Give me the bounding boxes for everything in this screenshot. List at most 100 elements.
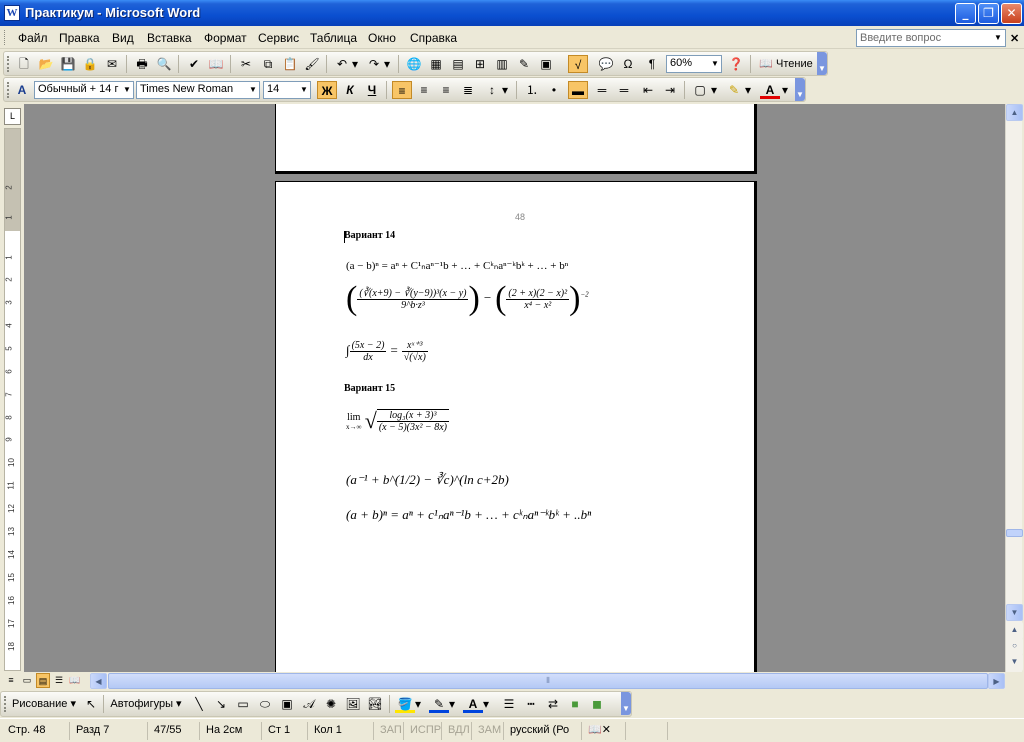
italic-button[interactable]: К — [340, 81, 360, 99]
normal-view-icon[interactable]: ≡ — [4, 673, 18, 688]
reading-view-icon[interactable]: 📖 — [68, 673, 82, 688]
line-spacing-icon[interactable]: ↕ — [482, 81, 502, 99]
browse-object-icon[interactable]: ○ — [1006, 638, 1023, 655]
scroll-up-icon[interactable]: ▲ — [1006, 104, 1023, 121]
print-icon[interactable]: 🖶 — [132, 55, 152, 73]
paste-icon[interactable]: 📋 — [280, 55, 300, 73]
insert-excel-icon[interactable]: ⊞ — [470, 55, 490, 73]
diagram-icon[interactable]: ✺ — [321, 695, 341, 713]
print-preview-icon[interactable]: 🔍 — [154, 55, 174, 73]
scroll-down-icon[interactable]: ▼ — [1006, 604, 1023, 621]
fill-color-dropdown-icon[interactable]: ▾ — [413, 695, 423, 713]
copy-icon[interactable]: ⧉ — [258, 55, 278, 73]
email-icon[interactable]: ✉ — [102, 55, 122, 73]
line-color-icon[interactable]: ✎ — [429, 695, 449, 713]
previous-page[interactable] — [275, 104, 757, 174]
formula-limit[interactable]: lim x→∞ √ log₃(x + 3)³ (x − 5)(3x² − 8x) — [346, 408, 449, 434]
style-dropdown-icon[interactable]: ▼ — [121, 82, 133, 98]
align-center-icon[interactable]: ≡ — [414, 81, 434, 99]
previous-page-icon[interactable]: ▲ — [1006, 622, 1023, 639]
increase-indent-icon[interactable]: ⇥ — [660, 81, 680, 99]
line-icon[interactable]: ╲ — [189, 695, 209, 713]
styles-formatting-icon[interactable]: A — [12, 81, 32, 99]
permission-icon[interactable]: 🔒 — [80, 55, 100, 73]
maximize-button[interactable]: ❐ — [978, 3, 999, 24]
formula-binomial[interactable]: (a − b)ⁿ = aⁿ + C¹ₙaⁿ⁻¹b + … + Cᵏₙaⁿ⁻ᵏbᵏ… — [346, 259, 568, 272]
rectangle-icon[interactable]: ▭ — [233, 695, 253, 713]
align-left-icon[interactable]: ≡ — [392, 81, 412, 99]
autoshapes-menu-button[interactable]: Автофигуры ▾ — [107, 695, 185, 713]
arrow-icon[interactable]: ↘ — [211, 695, 231, 713]
tab-selector-icon[interactable]: L — [4, 108, 21, 125]
bullets-icon[interactable]: • — [544, 81, 564, 99]
status-overtype[interactable]: ЗАМ — [474, 722, 504, 740]
toolbar-options-icon[interactable]: ▼ — [817, 52, 827, 75]
font-color-icon[interactable]: A — [760, 81, 780, 99]
redo-dropdown-icon[interactable]: ▾ — [382, 55, 392, 73]
equation-icon[interactable]: √ — [568, 55, 588, 73]
formula-fraction-expression[interactable]: ((∛(x+9) − ∛(y−9))³(x − y) 9^b·z³) − ((2 … — [346, 280, 589, 318]
menu-format[interactable]: Формат — [204, 31, 247, 45]
toolbar-options-icon[interactable]: ▼ — [621, 692, 631, 715]
picture-icon[interactable]: 🏞 — [365, 695, 385, 713]
horizontal-line-icon[interactable]: ═ — [592, 81, 612, 99]
fill-color-icon[interactable]: 🪣 — [395, 695, 415, 713]
draw-font-color-icon[interactable]: A — [463, 695, 483, 713]
menu-insert[interactable]: Вставка — [147, 31, 192, 45]
highlight-dropdown-icon[interactable]: ▾ — [743, 81, 753, 99]
justify-icon[interactable]: ≣ — [458, 81, 478, 99]
help-question-input[interactable]: Введите вопрос ▼ — [856, 29, 1006, 47]
decrease-indent-icon[interactable]: ⇤ — [638, 81, 658, 99]
format-painter-icon[interactable]: 🖌 — [302, 55, 322, 73]
close-button[interactable]: ✕ — [1001, 3, 1022, 24]
scroll-left-icon[interactable]: ◀ — [90, 673, 107, 689]
clipart-icon[interactable]: 🖼 — [343, 695, 363, 713]
document-area[interactable]: 48 Вариант 14 (a − b)ⁿ = aⁿ + C¹ₙaⁿ⁻¹b +… — [24, 104, 1005, 672]
bold-button[interactable]: Ж — [317, 81, 337, 99]
help-icon[interactable]: ❓ — [726, 55, 746, 73]
formula-power-expression[interactable]: (a⁻¹ + b^(1/2) − ∛c)^(ln c+2b) — [346, 472, 509, 488]
formula-binomial-c[interactable]: (a + b)ⁿ = aⁿ + c¹ₙaⁿ⁻¹b + … + cᵏₙaⁿ⁻ᵏbᵏ… — [346, 507, 591, 523]
menu-help[interactable]: Справка — [410, 31, 457, 45]
web-view-icon[interactable]: ▭ — [20, 673, 34, 688]
undo-dropdown-icon[interactable]: ▾ — [350, 55, 360, 73]
align-right-icon[interactable]: ≡ — [436, 81, 456, 99]
toolbar-grip[interactable] — [7, 82, 10, 98]
dash-style-icon[interactable]: ┅ — [521, 695, 541, 713]
font-color-dropdown-icon[interactable]: ▾ — [780, 81, 790, 99]
new-document-icon[interactable]: 🗋 — [14, 55, 34, 73]
tables-borders-icon[interactable]: ▦ — [426, 55, 446, 73]
hyperlink-icon[interactable]: 🌐 — [404, 55, 424, 73]
select-objects-icon[interactable]: ↖ — [81, 695, 101, 713]
save-icon[interactable]: 💾 — [58, 55, 78, 73]
word-app-icon[interactable]: W — [4, 5, 20, 21]
double-line-icon[interactable]: ═ — [614, 81, 634, 99]
help-dropdown-icon[interactable]: ▼ — [992, 31, 1004, 45]
toolbar-grip[interactable] — [4, 696, 7, 712]
font-size-dropdown-icon[interactable]: ▼ — [298, 82, 310, 98]
minimize-button[interactable]: _ — [955, 3, 976, 24]
oval-icon[interactable]: ⬭ — [255, 695, 275, 713]
menu-view[interactable]: Вид — [112, 31, 134, 45]
undo-icon[interactable]: ↶ — [332, 55, 352, 73]
show-formatting-icon[interactable]: ¶ — [642, 55, 662, 73]
close-document-icon[interactable]: ✕ — [1010, 32, 1019, 45]
zoom-select[interactable]: 60% ▼ — [666, 55, 722, 73]
spelling-icon[interactable]: ✔ — [184, 55, 204, 73]
menu-edit[interactable]: Правка — [59, 31, 100, 45]
line-color-dropdown-icon[interactable]: ▾ — [447, 695, 457, 713]
border-style-icon[interactable]: ▬ — [568, 81, 588, 99]
omega-symbol-icon[interactable]: Ω — [618, 55, 638, 73]
cut-icon[interactable]: ✂ — [236, 55, 256, 73]
vertical-ruler[interactable]: 2 1 1 2 3 4 5 6 7 8 9 10 11 12 13 14 15 … — [4, 128, 21, 671]
status-record[interactable]: ЗАП — [376, 722, 404, 740]
text-box-icon[interactable]: ▣ — [277, 695, 297, 713]
outline-view-icon[interactable]: ☰ — [52, 673, 66, 688]
drawing-icon[interactable]: ✎ — [514, 55, 534, 73]
document-map-icon[interactable]: ▣ — [536, 55, 556, 73]
menu-window[interactable]: Окно — [368, 31, 396, 45]
horizontal-scrollbar[interactable]: ◀ ⦀ ▶ — [90, 673, 1005, 689]
status-language[interactable]: русский (Ро — [506, 722, 582, 740]
line-spacing-dropdown-icon[interactable]: ▾ — [500, 81, 510, 99]
draw-font-color-dropdown-icon[interactable]: ▾ — [481, 695, 491, 713]
